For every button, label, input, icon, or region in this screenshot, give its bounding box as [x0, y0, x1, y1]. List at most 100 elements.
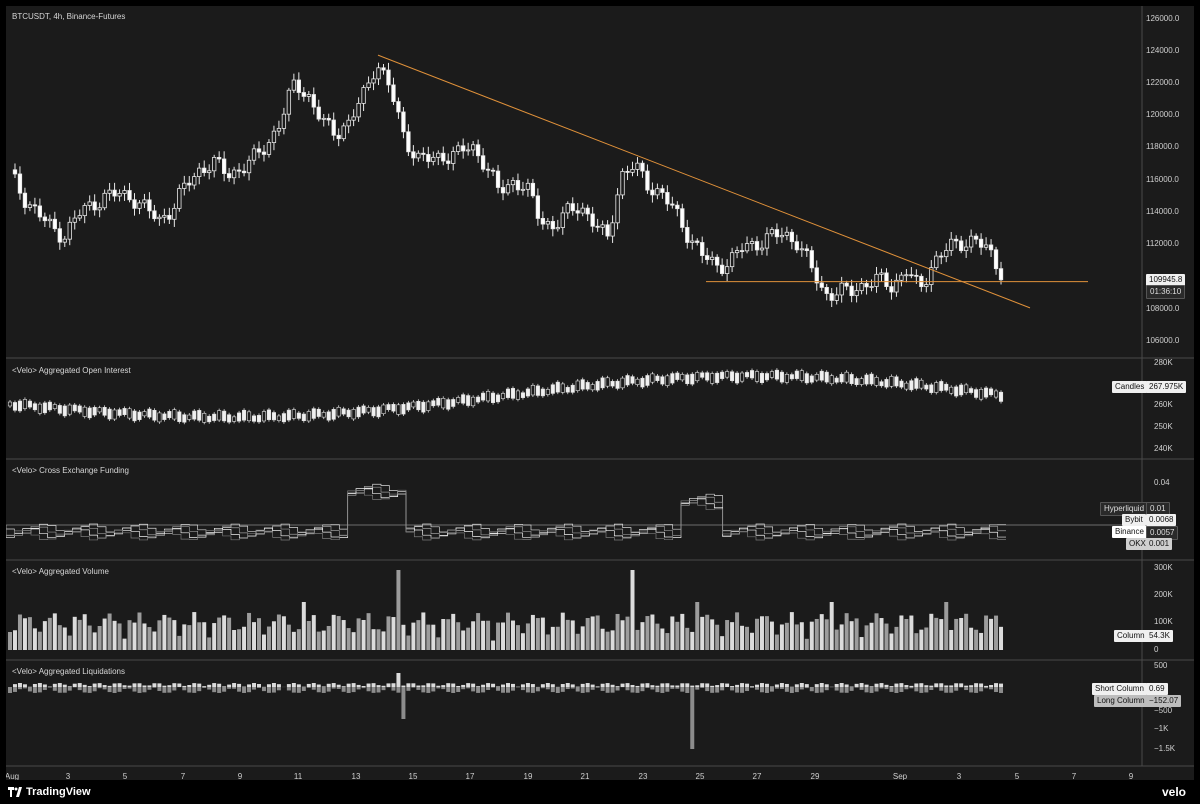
short-liq-bar: [172, 683, 177, 687]
long-liq-bar: [286, 687, 291, 691]
short-liq-bar: [994, 683, 999, 687]
volume-bar: [869, 622, 874, 650]
oi-candle: [844, 371, 849, 383]
oi-candle: [147, 408, 152, 418]
short-liq-bar: [366, 683, 371, 687]
price-candle: [376, 67, 381, 80]
long-liq-bar: [331, 687, 336, 689]
date-axis-label: Sep: [892, 772, 908, 780]
oi-candle: [735, 372, 740, 384]
tradingview-brand-text: TradingView: [26, 786, 91, 798]
oi-candle: [446, 399, 451, 410]
oi-candle: [814, 374, 819, 381]
short-liq-bar: [889, 686, 894, 687]
short-liq-bar: [227, 684, 232, 687]
oi-candle: [749, 370, 755, 379]
volume-bar: [530, 614, 535, 650]
long-liq-bar: [217, 687, 222, 693]
short-liq-bar: [361, 686, 366, 687]
oi-candle: [212, 413, 217, 421]
oi-candle: [809, 375, 814, 383]
symbol-title[interactable]: BTCUSDT, 4h, Binance-Futures: [12, 12, 125, 21]
short-liq-bar: [869, 686, 874, 687]
funding-series-line: [6, 489, 1006, 541]
price-candle: [256, 148, 262, 153]
long-liq-bar: [984, 687, 989, 689]
long-liq-bar: [809, 687, 814, 692]
volume-bar: [137, 612, 142, 650]
short-liq-bar: [884, 684, 889, 687]
volume-bar: [879, 618, 884, 650]
volume-bar: [615, 613, 620, 650]
long-liq-bar: [969, 687, 974, 693]
price-candle: [52, 218, 57, 230]
oi-candle: [167, 411, 172, 419]
price-candle: [162, 214, 167, 218]
price-candle: [406, 131, 411, 153]
volume-bar: [281, 616, 286, 650]
oi-candle: [202, 413, 207, 423]
funding-pane-title[interactable]: <Velo> Cross Exchange Funding: [12, 466, 129, 475]
oi-candle: [346, 409, 351, 418]
oi-candle: [172, 409, 177, 420]
liquidations-pane-title[interactable]: <Velo> Aggregated Liquidations: [12, 667, 125, 676]
volume-bar: [341, 620, 346, 650]
short-liq-bar: [182, 685, 187, 687]
price-candle: [670, 203, 675, 206]
oi-candle: [954, 386, 959, 397]
price-candle: [580, 207, 585, 214]
price-candle: [968, 235, 974, 248]
volume-bar: [466, 627, 471, 650]
tradingview-logo[interactable]: TradingView: [8, 786, 91, 798]
short-liq-bar: [107, 685, 112, 687]
oi-candle: [565, 387, 570, 393]
volume-bar: [257, 618, 261, 650]
volume-bar: [819, 614, 824, 650]
oi-candle: [919, 379, 924, 389]
short-liq-bar: [232, 683, 237, 687]
long-liq-bar: [411, 687, 416, 688]
price-candle: [784, 231, 790, 236]
long-liq-bar: [944, 687, 949, 693]
volume-bar: [391, 617, 396, 650]
price-candle: [416, 152, 421, 159]
oi-candle: [610, 381, 615, 387]
volume-bar: [510, 620, 515, 650]
price-candle: [550, 221, 555, 230]
volume-pane-title[interactable]: <Velo> Aggregated Volume: [12, 567, 109, 576]
oi-candle: [779, 371, 784, 383]
short-liq-bar: [291, 683, 296, 687]
long-liq-bar: [301, 687, 306, 691]
volume-bar: [42, 621, 47, 650]
chart-area[interactable]: BTCUSDT, 4h, Binance-Futures <Velo> Aggr…: [6, 6, 1194, 780]
long-liq-bar: [291, 687, 296, 693]
short-liq-bar: [446, 683, 451, 687]
long-liq-bar: [545, 687, 550, 690]
volume-bar: [660, 628, 665, 650]
oi-candle: [645, 375, 650, 386]
chart-canvas[interactable]: [6, 6, 1194, 780]
price-candle: [411, 151, 416, 159]
volume-bar: [585, 618, 590, 650]
oi-candle: [944, 383, 949, 391]
long-liq-bar: [22, 687, 27, 689]
velo-logo[interactable]: velo: [1162, 785, 1186, 799]
price-candle: [172, 207, 177, 220]
oi-candle: [725, 371, 730, 378]
date-axis-label: 7: [180, 772, 186, 780]
price-candle: [495, 170, 501, 188]
short-liq-bar: [87, 686, 92, 687]
volume-bar: [999, 626, 1004, 650]
date-axis-label: 19: [523, 772, 533, 780]
long-liq-bar: [964, 687, 969, 691]
volume-bar: [515, 625, 520, 650]
short-liq-bar: [197, 683, 202, 687]
volume-bar: [934, 617, 939, 650]
oi-candle: [107, 408, 112, 420]
oi-candle: [132, 410, 137, 422]
short-liq-bar: [147, 685, 152, 687]
volume-bar: [974, 629, 979, 650]
price-candle: [874, 273, 879, 287]
volume-bar: [147, 627, 152, 650]
oi-pane-title[interactable]: <Velo> Aggregated Open Interest: [12, 366, 131, 375]
